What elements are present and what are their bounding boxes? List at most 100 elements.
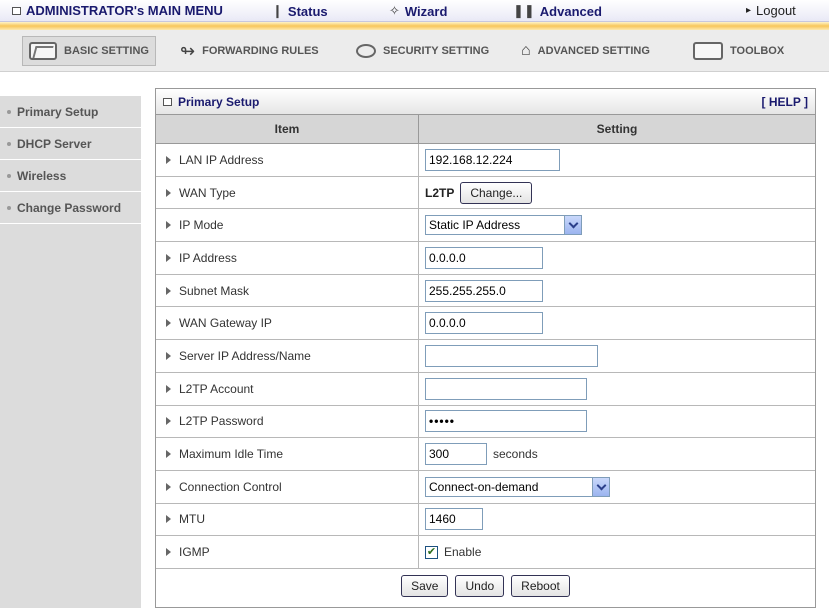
subnet-mask-input[interactable] [425, 279, 543, 302]
menu-square-icon [12, 6, 21, 15]
igmp-enable-label: Enable [444, 545, 482, 560]
tab-label: ADVANCED SETTING [537, 45, 650, 57]
table-row: L2TP Password [156, 405, 815, 439]
table-row: Maximum Idle Time seconds [156, 438, 815, 471]
tab-toolbox[interactable]: TOOLBOX [687, 36, 790, 66]
main-menu-link[interactable]: ADMINISTRATOR's MAIN MENU [12, 3, 223, 18]
sidebar-item-change-password[interactable]: Change Password [0, 192, 141, 224]
column-header-item: Item [156, 115, 419, 143]
connection-control-select[interactable]: Connect-on-demand [425, 476, 610, 497]
mtu-input[interactable] [425, 508, 483, 531]
column-header-setting: Setting [596, 122, 638, 136]
table-row: IP Mode Static IP Address [156, 209, 815, 243]
l2tp-password-input[interactable] [425, 410, 587, 433]
page-title: Primary Setup [178, 94, 260, 109]
row-arrow-icon [166, 188, 171, 197]
connection-control-selected-value: Connect-on-demand [429, 479, 539, 494]
table-row: MTU [156, 503, 815, 537]
table-row: Connection Control Connect-on-demand [156, 470, 815, 504]
status-label: Status [287, 3, 328, 19]
main-menu-label: ADMINISTRATOR's MAIN MENU [26, 3, 223, 18]
sidebar-item-label: DHCP Server [17, 136, 92, 151]
bullet-icon [7, 109, 11, 114]
field-label: Connection Control [179, 479, 282, 494]
wan-type-value: L2TP [425, 185, 455, 200]
l2tp-account-input[interactable] [425, 377, 587, 400]
sidebar-item-primary-setup[interactable]: Primary Setup [0, 96, 141, 128]
help-link[interactable]: [ HELP ] [762, 95, 808, 109]
row-arrow-icon [166, 155, 171, 164]
undo-button[interactable]: Undo [455, 574, 505, 597]
ip-mode-select[interactable]: Static IP Address [425, 215, 582, 236]
row-arrow-icon [166, 548, 171, 557]
chevron-down-icon [592, 477, 609, 496]
toolbox-icon [693, 42, 723, 60]
field-label: LAN IP Address [179, 152, 264, 167]
bullet-icon [7, 173, 11, 178]
forwarding-icon: ↬ [180, 40, 196, 61]
tab-label: SECURITY SETTING [383, 45, 490, 57]
field-label: Maximum Idle Time [179, 447, 284, 462]
chevron-down-icon [564, 216, 581, 235]
row-arrow-icon [166, 221, 171, 230]
field-label: Subnet Mask [179, 283, 250, 298]
table-header: Item Setting [156, 115, 815, 144]
save-button[interactable]: Save [401, 574, 449, 597]
row-arrow-icon [166, 286, 171, 295]
wizard-label: Wizard [404, 3, 448, 19]
action-buttons: Save Undo Reboot [156, 569, 815, 603]
tab-basic-setting[interactable]: BASIC SETTING [22, 36, 156, 66]
table-row: WAN Gateway IP [156, 307, 815, 341]
table-row: Server IP Address/Name [156, 340, 815, 373]
table-row: LAN IP Address [156, 144, 815, 177]
lan-ip-input[interactable] [425, 148, 560, 171]
idle-time-input[interactable] [425, 443, 487, 466]
status-link[interactable]: ❙ Status [272, 3, 328, 19]
tab-label: TOOLBOX [730, 45, 785, 57]
row-arrow-icon [166, 417, 171, 426]
sidebar-item-label: Change Password [17, 200, 122, 215]
folder-icon [29, 42, 57, 60]
logout-arrow-icon: ▸ [746, 5, 752, 16]
tab-security-setting[interactable]: SECURITY SETTING [350, 36, 495, 66]
row-arrow-icon [166, 319, 171, 328]
wan-gateway-input[interactable] [425, 312, 543, 335]
wizard-link[interactable]: ✧ Wizard [389, 3, 447, 19]
ip-address-input[interactable] [425, 246, 543, 269]
table-row: Subnet Mask [156, 274, 815, 308]
tab-bar: BASIC SETTING ↬ FORWARDING RULES SECURIT… [0, 30, 829, 72]
reboot-button[interactable]: Reboot [511, 574, 570, 597]
status-icon: ❙ [272, 3, 283, 18]
field-label: IP Mode [179, 218, 224, 233]
change-wan-type-button[interactable]: Change... [460, 181, 533, 204]
idle-time-unit: seconds [493, 447, 538, 462]
panel-square-icon [163, 97, 172, 106]
field-label: Server IP Address/Name [179, 348, 311, 363]
logout-label: Logout [756, 3, 796, 18]
sidebar: Primary Setup DHCP Server Wireless Chang… [0, 96, 141, 608]
bullet-icon [7, 141, 11, 146]
advanced-setting-icon: ⌂ [521, 42, 531, 59]
sidebar-item-wireless[interactable]: Wireless [0, 160, 141, 192]
tab-forwarding-rules[interactable]: ↬ FORWARDING RULES [174, 36, 325, 66]
row-arrow-icon [166, 515, 171, 524]
tab-label: FORWARDING RULES [202, 45, 319, 57]
row-arrow-icon [166, 450, 171, 459]
sidebar-item-label: Primary Setup [17, 104, 99, 119]
logout-link[interactable]: ▸ Logout [746, 3, 796, 18]
field-label: WAN Type [179, 185, 236, 200]
advanced-link[interactable]: ❚❚ Advanced [513, 3, 602, 19]
row-arrow-icon [166, 351, 171, 360]
field-label: MTU [179, 512, 205, 527]
primary-setup-panel: Primary Setup [ HELP ] Item Setting LAN … [155, 88, 816, 608]
advanced-label: Advanced [539, 3, 602, 19]
top-menu-bar: ADMINISTRATOR's MAIN MENU ❙ Status ✧ Wiz… [0, 0, 829, 22]
table-row: IGMP ✔ Enable [156, 536, 815, 569]
field-label: L2TP Password [179, 414, 264, 429]
server-address-input[interactable] [425, 344, 598, 367]
igmp-enable-checkbox[interactable]: ✔ [425, 545, 438, 559]
sidebar-item-dhcp-server[interactable]: DHCP Server [0, 128, 141, 160]
row-arrow-icon [166, 482, 171, 491]
table-row: IP Address [156, 242, 815, 275]
tab-advanced-setting[interactable]: ⌂ ADVANCED SETTING [515, 36, 656, 66]
